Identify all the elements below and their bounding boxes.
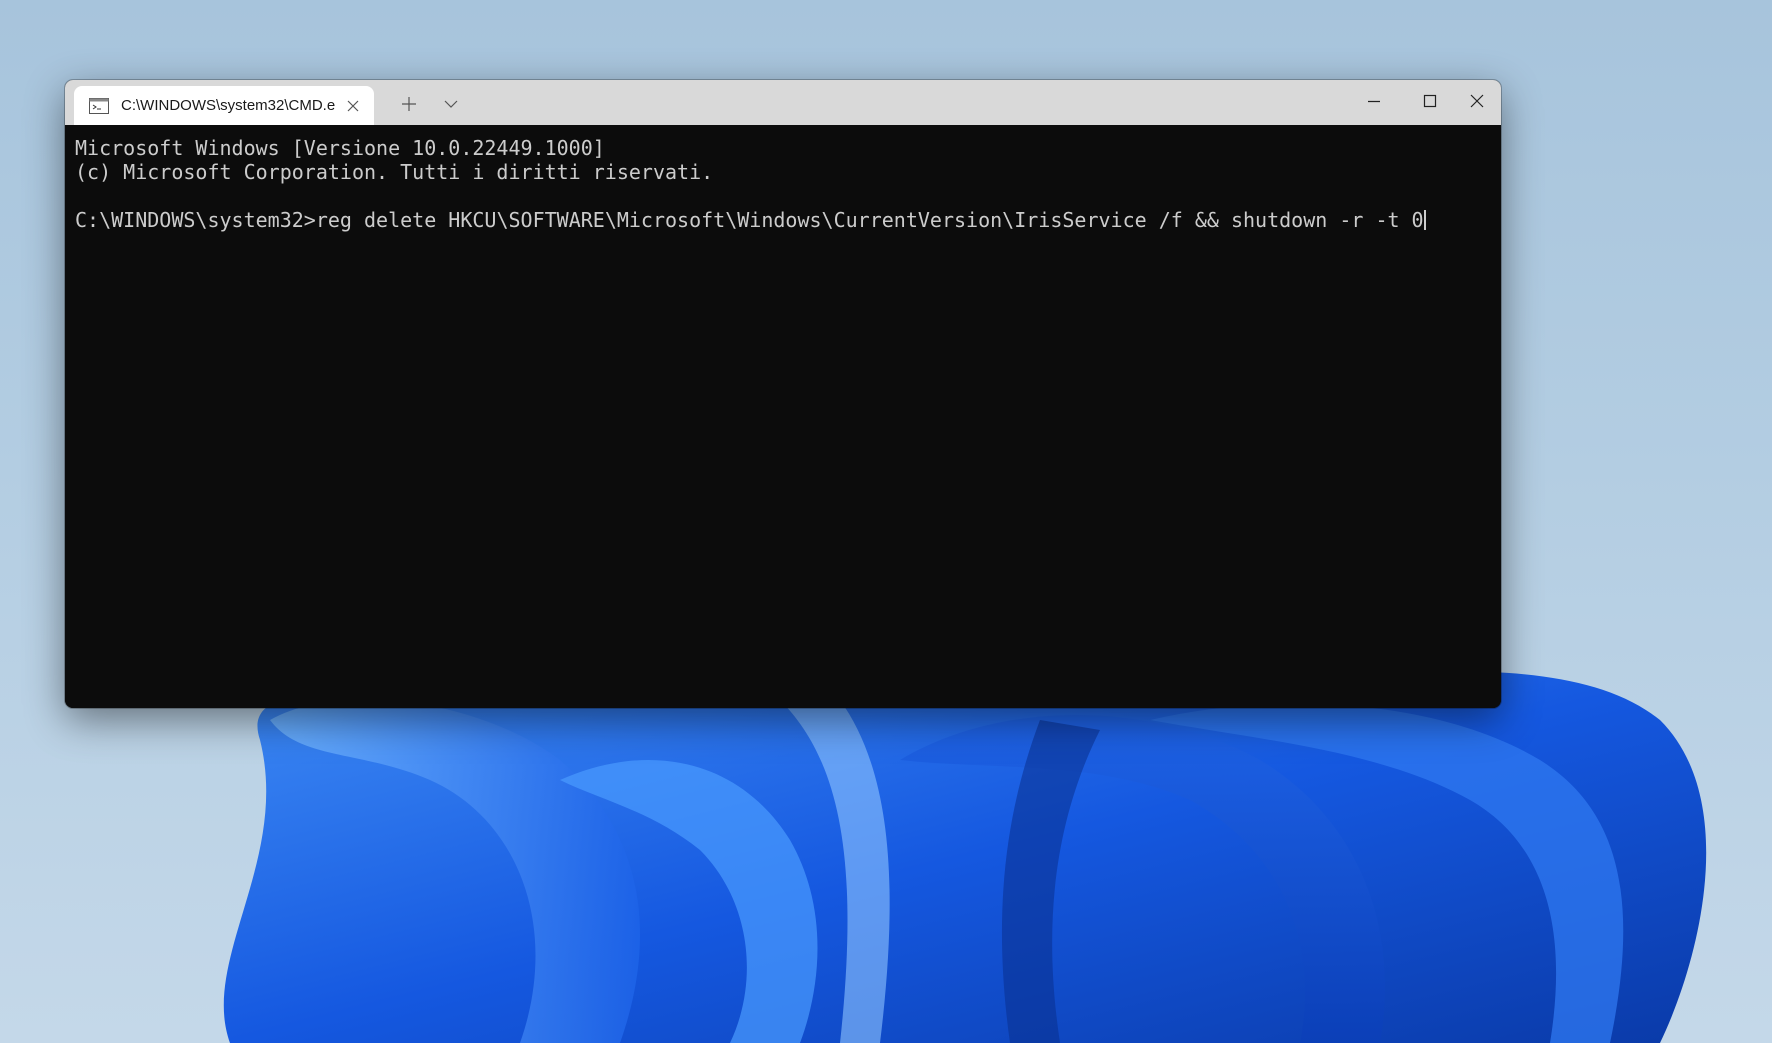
cmd-icon [89, 97, 109, 114]
minimize-button[interactable] [1349, 80, 1399, 122]
plus-icon [402, 97, 416, 111]
console-output[interactable]: Microsoft Windows [Versione 10.0.22449.1… [65, 125, 1501, 708]
close-tab-button[interactable] [345, 98, 361, 114]
new-tab-button[interactable] [391, 88, 427, 120]
tab-cmd[interactable]: C:\WINDOWS\system32\CMD.e [74, 86, 374, 125]
text-cursor [1423, 210, 1426, 230]
console-command-line[interactable]: C:\WINDOWS\system32>reg delete HKCU\SOFT… [75, 208, 1501, 232]
console-line: (c) Microsoft Corporation. Tutti i dirit… [75, 160, 714, 184]
close-icon [1470, 94, 1484, 108]
chevron-down-icon [444, 100, 458, 108]
tab-dropdown-button[interactable] [433, 88, 469, 120]
close-window-button[interactable] [1453, 80, 1501, 122]
title-bar[interactable]: C:\WINDOWS\system32\CMD.e [65, 80, 1501, 125]
console-command-input[interactable]: reg delete HKCU\SOFTWARE\Microsoft\Windo… [316, 208, 1424, 232]
tab-title: C:\WINDOWS\system32\CMD.e [121, 97, 336, 114]
terminal-window: C:\WINDOWS\system32\CMD.e Microsoft Wind… [65, 80, 1501, 708]
console-prompt: C:\WINDOWS\system32> [75, 208, 316, 232]
close-icon [347, 100, 359, 111]
maximize-icon [1423, 94, 1437, 108]
console-line: Microsoft Windows [Versione 10.0.22449.1… [75, 136, 605, 160]
minimize-icon [1368, 100, 1380, 103]
maximize-button[interactable] [1405, 80, 1455, 122]
